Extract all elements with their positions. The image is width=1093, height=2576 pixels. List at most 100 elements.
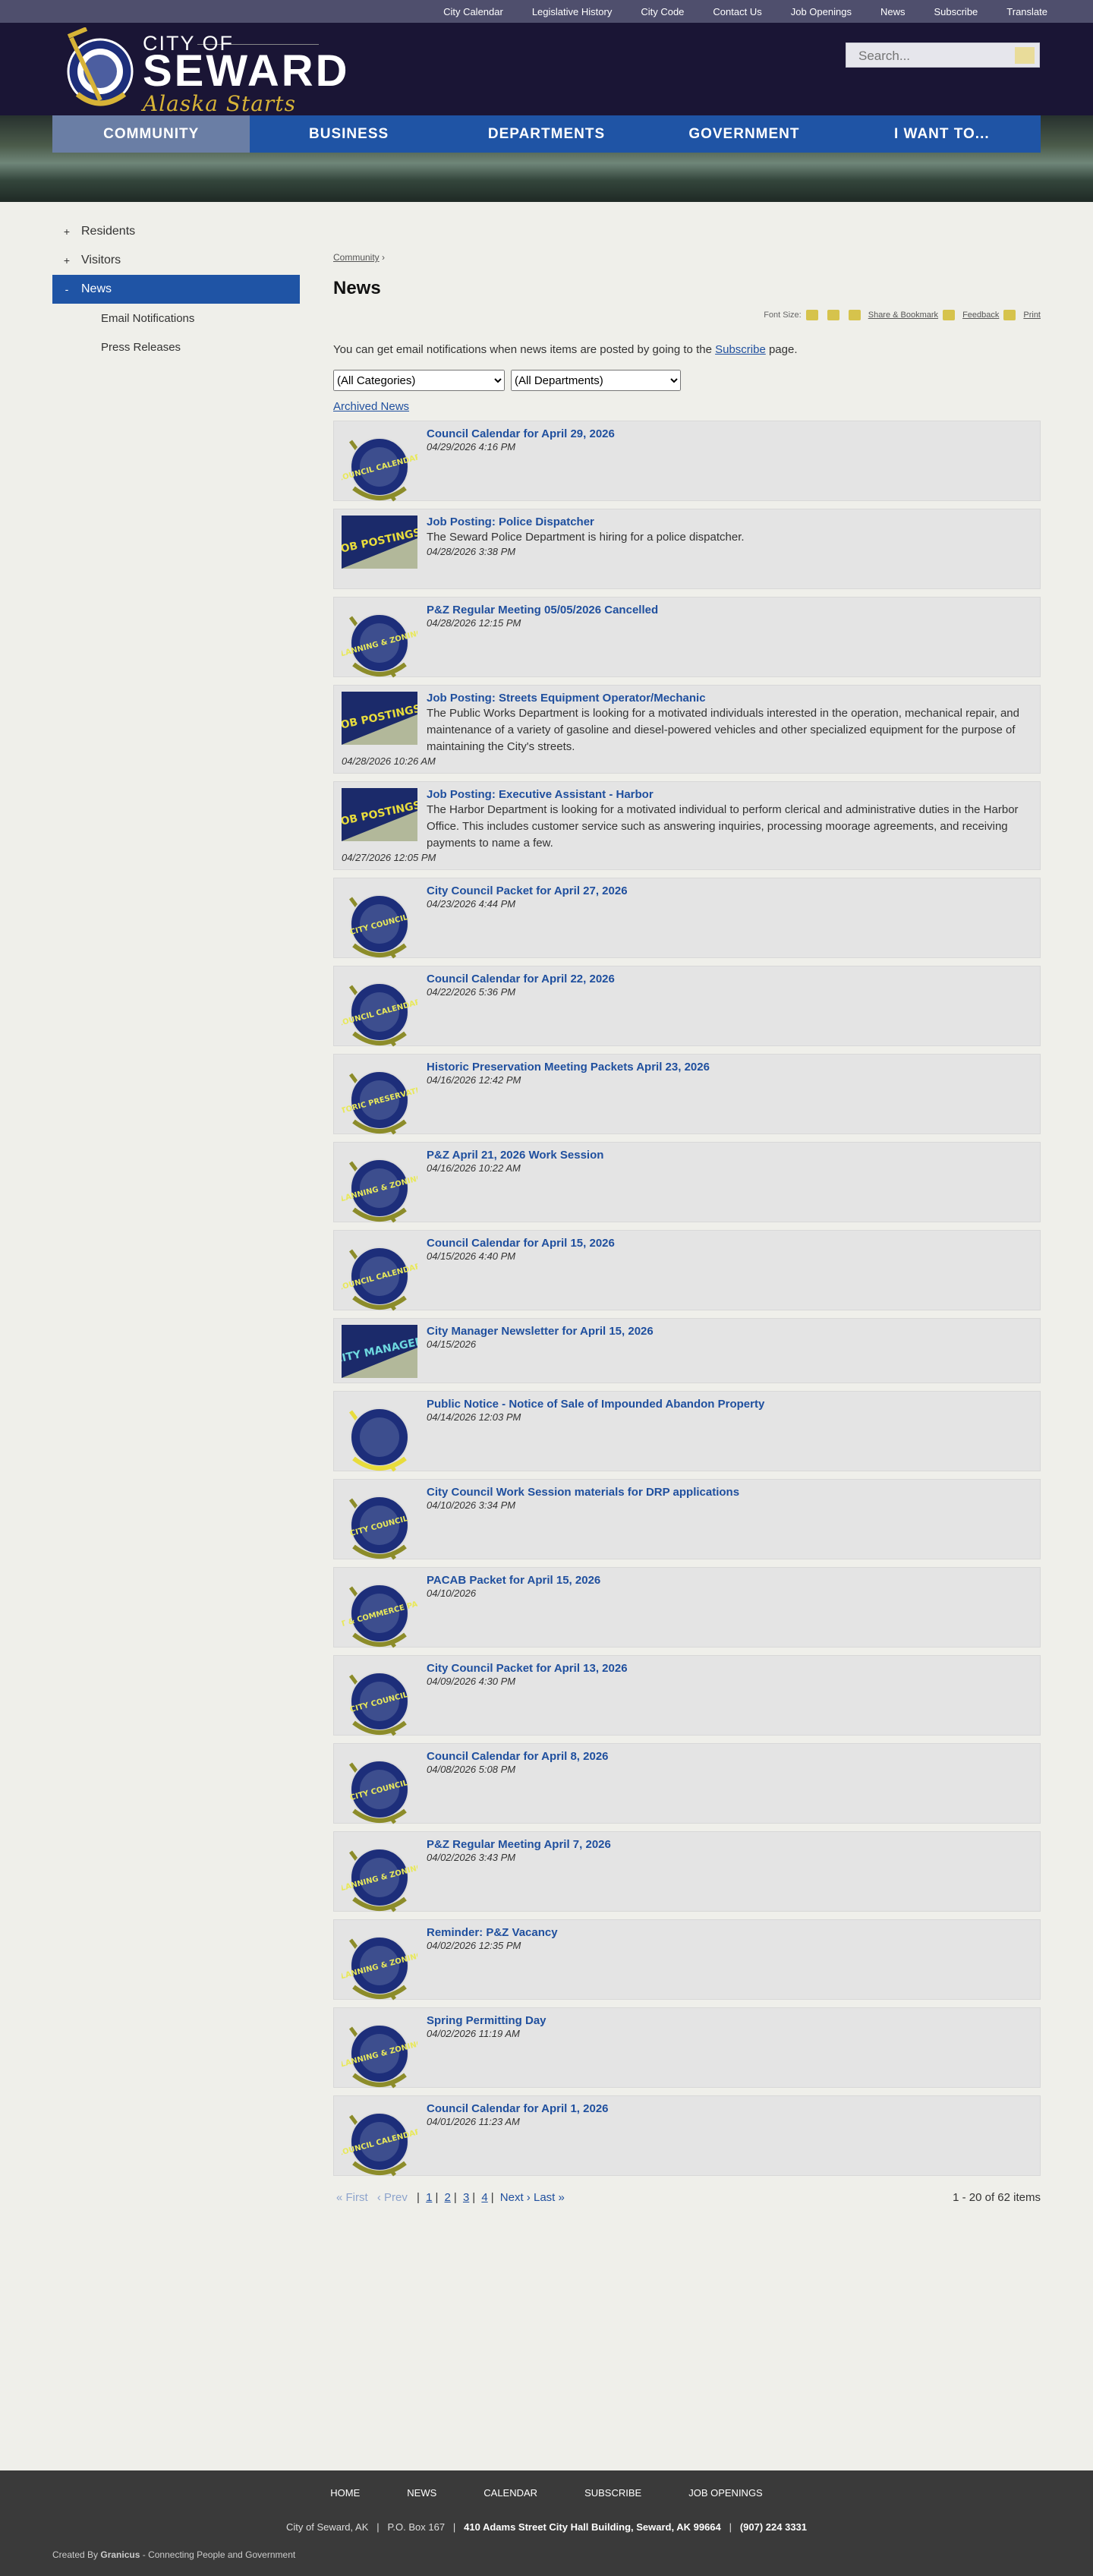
font-decrease-icon[interactable] [827,310,839,320]
pager-next[interactable]: Next › [500,2191,531,2204]
news-item-title[interactable]: Job Posting: Streets Equipment Operator/… [427,692,706,705]
news-thumbnail[interactable]: PORT & COMMERCE PACAB [323,1574,435,1650]
intro-pre: You can get email notifications when new… [333,343,712,356]
news-item-title[interactable]: Council Calendar for April 15, 2026 [427,1237,615,1250]
news-item-title[interactable]: Historic Preservation Meeting Packets Ap… [427,1061,710,1074]
news-thumbnail[interactable]: COUNCIL CALENDAR [336,1237,422,1313]
news-item-description: The Harbor Department is looking for a m… [427,803,1019,850]
expand-icon[interactable]: + [52,225,81,238]
footer-phone[interactable]: (907) 224 3331 [740,2521,807,2533]
utility-link-legislative-history[interactable]: Legislative History [532,6,613,17]
footer-link-calendar[interactable]: CALENDAR [484,2487,537,2499]
news-item-title[interactable]: City Council Packet for April 27, 2026 [427,884,628,897]
utility-link-subscribe[interactable]: Subscribe [934,6,978,17]
news-item-title[interactable]: City Council Packet for April 13, 2026 [427,1662,628,1675]
pager-page-3[interactable]: 3 [463,2191,469,2204]
news-thumbnail[interactable]: CITY MANAGER [333,1325,424,1401]
news-item-title[interactable]: Reminder: P&Z Vacancy [427,1926,558,1939]
utility-link-news[interactable]: News [880,6,906,17]
breadcrumb-community[interactable]: Community [333,252,380,263]
pager-prev[interactable]: ‹ Prev [377,2191,408,2204]
news-thumbnail[interactable]: COUNCIL CALENDAR [336,2102,422,2178]
news-thumbnail[interactable]: PLANNING & ZONING [335,1926,424,2002]
pager-page-2[interactable]: 2 [445,2191,451,2204]
pager-page-4[interactable]: 4 [481,2191,487,2204]
sidebar-item-visitors[interactable]: + Visitors [52,246,300,275]
news-thumbnail[interactable]: JOB POSTINGS [335,516,422,591]
share-bookmark-link[interactable]: Share & Bookmark [868,311,938,320]
category-select[interactable]: (All Categories) [333,370,505,391]
news-item-title[interactable]: Council Calendar for April 8, 2026 [427,1750,609,1763]
nav-business[interactable]: BUSINESS [250,115,447,153]
pager-last[interactable]: Last » [534,2191,565,2204]
nav-departments[interactable]: DEPARTMENTS [448,115,645,153]
pager-page-1[interactable]: 1 [426,2191,432,2204]
news-item: PLANNING & ZONING Reminder: P&Z Vacancy 04… [333,1919,1041,2002]
news-item-title[interactable]: Job Posting: Executive Assistant - Harbo… [427,788,654,801]
news-item-title[interactable]: Council Calendar for April 22, 2026 [427,973,615,985]
site-logo[interactable]: CITY OF SEWARD Alaska Starts Here... [61,27,348,141]
font-increase-icon[interactable] [805,310,818,320]
news-item-title[interactable]: Public Notice - Notice of Sale of Impoun… [427,1398,764,1411]
news-item-title[interactable]: P&Z Regular Meeting 05/05/2026 Cancelled [427,604,658,616]
utility-link-city-code[interactable]: City Code [641,6,684,17]
archived-news-link[interactable]: Archived News [333,400,1041,413]
collapse-icon[interactable]: - [52,283,81,295]
footer-link-subscribe[interactable]: SUBSCRIBE [584,2487,641,2499]
news-item-title[interactable]: Council Calendar for April 29, 2026 [427,427,615,440]
expand-icon[interactable]: + [52,254,81,266]
news-item-title[interactable]: City Council Work Session materials for … [427,1486,739,1499]
search-input[interactable] [846,43,1012,68]
news-thumbnail[interactable]: HISTORIC PRESERVATION [326,1061,432,1137]
news-thumbnail[interactable]: PLANNING & ZONING [335,2014,424,2090]
sidebar-item-residents[interactable]: + Residents [52,217,300,246]
news-thumbnail[interactable]: CITY COUNCIL [342,1662,417,1738]
credit-brand[interactable]: Granicus [100,2549,140,2560]
news-thumbnail[interactable]: CITY COUNCIL [342,884,417,960]
news-thumbnail[interactable]: COUNCIL CALENDAR [336,427,422,503]
utility-link-calendar[interactable]: City Calendar [443,6,503,17]
news-thumbnail[interactable]: JOB POSTINGS [335,692,422,768]
news-item-title[interactable]: Job Posting: Police Dispatcher [427,516,594,528]
sidebar-subitem-email-notifications[interactable]: Email Notifications [52,304,300,333]
news-thumbnail[interactable]: JOB POSTINGS [335,788,422,864]
news-item-title[interactable]: Council Calendar for April 1, 2026 [427,2102,609,2115]
news-thumbnail[interactable] [342,1398,417,1474]
utility-link-translate[interactable]: Translate [1006,6,1047,17]
footer-link-news[interactable]: NEWS [407,2487,436,2499]
news-thumbnail[interactable]: CITY COUNCIL [342,1486,417,1562]
utility-link-job-openings[interactable]: Job Openings [791,6,852,17]
nav-government[interactable]: GOVERNMENT [645,115,843,153]
nav-community[interactable]: COMMUNITY [52,115,250,153]
department-select[interactable]: (All Departments) [511,370,681,391]
search-button[interactable] [1015,47,1035,64]
news-item-body: Historic Preservation Meeting Packets Ap… [427,1061,1032,1086]
news-thumbnail[interactable]: PLANNING & ZONING [335,1149,424,1225]
footer-link-job-openings[interactable]: JOB OPENINGS [688,2487,763,2499]
news-item-title[interactable]: Spring Permitting Day [427,2014,546,2027]
sidebar-item-news[interactable]: - News [52,275,300,304]
news-item-description: The Public Works Department is looking f… [427,707,1019,753]
news-item-body: PACAB Packet for April 15, 2026 04/10/202… [427,1574,1032,1599]
news-item-title[interactable]: P&Z April 21, 2026 Work Session [427,1149,603,1162]
nav-i-want-to[interactable]: I WANT TO... [843,115,1041,153]
news-thumbnail[interactable]: COUNCIL CALENDAR [336,973,422,1048]
footer-link-home[interactable]: HOME [330,2487,360,2499]
sidebar-subitem-press-releases[interactable]: Press Releases [52,333,300,361]
print-link[interactable]: Print [1023,311,1041,320]
news-item-date: 04/02/2026 3:43 PM [427,1852,516,1863]
subscribe-link[interactable]: Subscribe [715,343,766,356]
news-item-title[interactable]: City Manager Newsletter for April 15, 20… [427,1325,654,1338]
feedback-link[interactable]: Feedback [962,311,999,320]
news-thumbnail[interactable]: PLANNING & ZONING [335,1838,424,1914]
sidebar-item-label: Visitors [81,254,121,266]
news-item: Public Notice - Notice of Sale of Impoun… [333,1391,1041,1474]
news-thumbnail[interactable]: PLANNING & ZONING [335,604,424,679]
pager-first[interactable]: « First [336,2191,368,2204]
utility-link-contact-us[interactable]: Contact Us [713,6,761,17]
news-item-title[interactable]: P&Z Regular Meeting April 7, 2026 [427,1838,611,1851]
news-item: COUNCIL CALENDAR Council Calendar for Apr… [333,1230,1041,1313]
logo-seward: SEWARD [143,46,350,96]
news-item-title[interactable]: PACAB Packet for April 15, 2026 [427,1574,600,1587]
news-thumbnail[interactable]: CITY COUNCIL [342,1750,417,1826]
